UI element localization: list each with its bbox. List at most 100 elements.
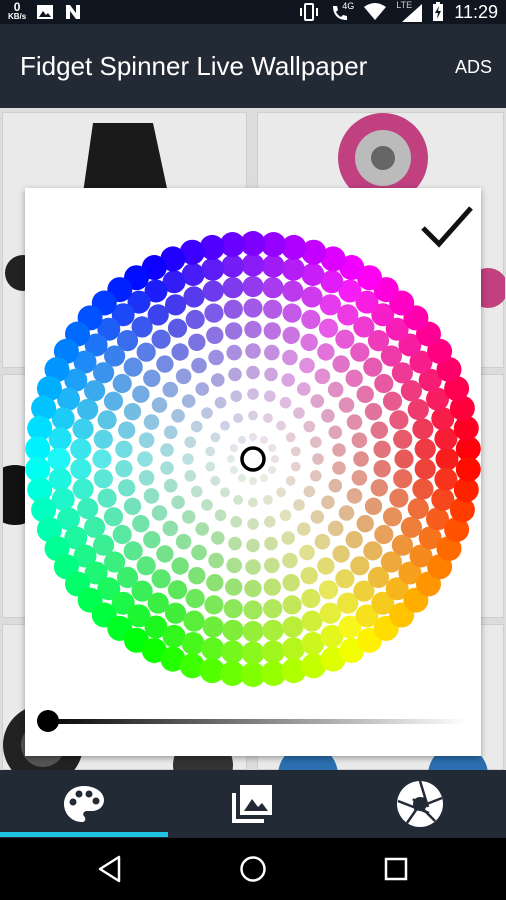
color-swatch[interactable] [370,479,388,497]
color-swatch[interactable] [191,544,207,561]
color-swatch[interactable] [132,385,150,403]
color-swatch[interactable] [205,446,216,457]
color-swatch[interactable] [249,477,257,485]
color-swatch[interactable] [185,309,205,330]
color-swatch[interactable] [136,556,156,576]
color-swatch[interactable] [414,438,436,460]
color-swatch[interactable] [210,475,221,486]
color-swatch[interactable] [72,478,94,500]
color-swatch[interactable] [389,410,409,430]
color-swatch[interactable] [247,518,259,530]
color-swatch[interactable] [364,497,383,515]
color-swatch[interactable] [318,580,339,600]
color-swatch[interactable] [393,429,413,449]
color-swatch[interactable] [414,458,436,480]
color-swatch[interactable] [123,357,143,377]
color-swatch[interactable] [214,509,227,522]
color-swatch[interactable] [103,507,124,527]
color-swatch[interactable] [151,569,171,589]
color-swatch[interactable] [293,407,305,419]
color-swatch[interactable] [327,381,344,398]
color-swatch[interactable] [97,410,117,430]
color-swatch[interactable] [363,357,383,377]
color-swatch[interactable] [327,520,344,537]
color-swatch[interactable] [123,541,143,561]
color-swatch[interactable] [226,344,242,361]
color-swatch[interactable] [181,632,205,655]
color-swatch[interactable] [335,569,355,589]
color-swatch[interactable] [279,509,292,522]
color-swatch[interactable] [264,516,276,528]
color-swatch[interactable] [281,637,305,661]
color-swatch[interactable] [242,620,264,643]
color-swatch[interactable] [263,599,283,619]
color-swatch[interactable] [263,322,281,340]
color-swatch[interactable] [282,595,302,615]
color-swatch[interactable] [282,616,304,638]
color-swatch[interactable] [160,443,174,457]
color-swatch[interactable] [389,488,409,508]
color-swatch[interactable] [132,515,150,533]
color-swatch[interactable] [364,403,383,421]
color-swatch[interactable] [345,369,363,387]
color-swatch[interactable] [229,466,238,474]
color-swatch[interactable] [332,355,350,373]
color-swatch[interactable] [310,470,322,482]
color-swatch[interactable] [208,552,224,569]
color-swatch[interactable] [301,286,323,308]
color-swatch[interactable] [455,456,481,482]
color-swatch[interactable] [93,362,115,384]
color-swatch[interactable] [332,443,346,457]
color-swatch[interactable] [138,432,155,448]
color-swatch[interactable] [345,531,363,549]
color-swatch[interactable] [310,394,325,408]
color-swatch[interactable] [123,403,142,421]
color-swatch[interactable] [201,637,225,661]
color-swatch[interactable] [338,397,355,413]
color-swatch[interactable] [70,438,92,460]
color-swatch[interactable] [276,420,286,431]
color-swatch[interactable] [370,421,388,439]
color-swatch[interactable] [103,391,124,411]
color-swatch[interactable] [171,409,185,423]
color-swatch[interactable] [382,507,403,527]
color-swatch[interactable] [48,467,72,491]
brightness-thumb[interactable] [37,710,59,732]
color-swatch[interactable] [204,595,224,615]
color-swatch[interactable] [167,580,188,600]
color-swatch[interactable] [310,510,325,524]
color-swatch[interactable] [299,357,315,374]
color-swatch[interactable] [93,469,113,489]
color-swatch[interactable] [70,458,92,480]
color-swatch[interactable] [394,449,414,469]
nav-palette[interactable] [0,770,168,838]
color-swatch[interactable] [335,329,355,349]
color-swatch[interactable] [221,640,245,664]
color-swatch[interactable] [281,257,305,281]
color-swatch[interactable] [435,447,459,471]
color-swatch[interactable] [171,557,189,575]
color-swatch[interactable] [92,449,112,469]
color-swatch[interactable] [434,427,458,451]
color-swatch[interactable] [303,485,316,498]
color-swatch[interactable] [382,391,403,411]
color-swatch[interactable] [356,515,374,533]
color-swatch[interactable] [350,556,370,576]
color-swatch[interactable] [48,427,72,451]
color-swatch[interactable] [223,599,243,619]
color-swatch[interactable] [143,369,161,387]
color-swatch[interactable] [214,396,227,409]
color-swatch[interactable] [353,451,369,467]
color-swatch[interactable] [346,488,363,504]
color-swatch[interactable] [407,398,429,421]
color-swatch[interactable] [238,474,246,483]
color-swatch[interactable] [260,435,268,444]
color-swatch[interactable] [321,495,335,510]
color-swatch[interactable] [244,579,262,598]
color-swatch[interactable] [393,469,413,489]
color-swatch[interactable] [243,600,263,620]
color-swatch[interactable] [143,488,160,504]
color-swatch[interactable] [299,544,315,561]
color-swatch[interactable] [138,470,155,486]
color-swatch[interactable] [233,495,244,505]
